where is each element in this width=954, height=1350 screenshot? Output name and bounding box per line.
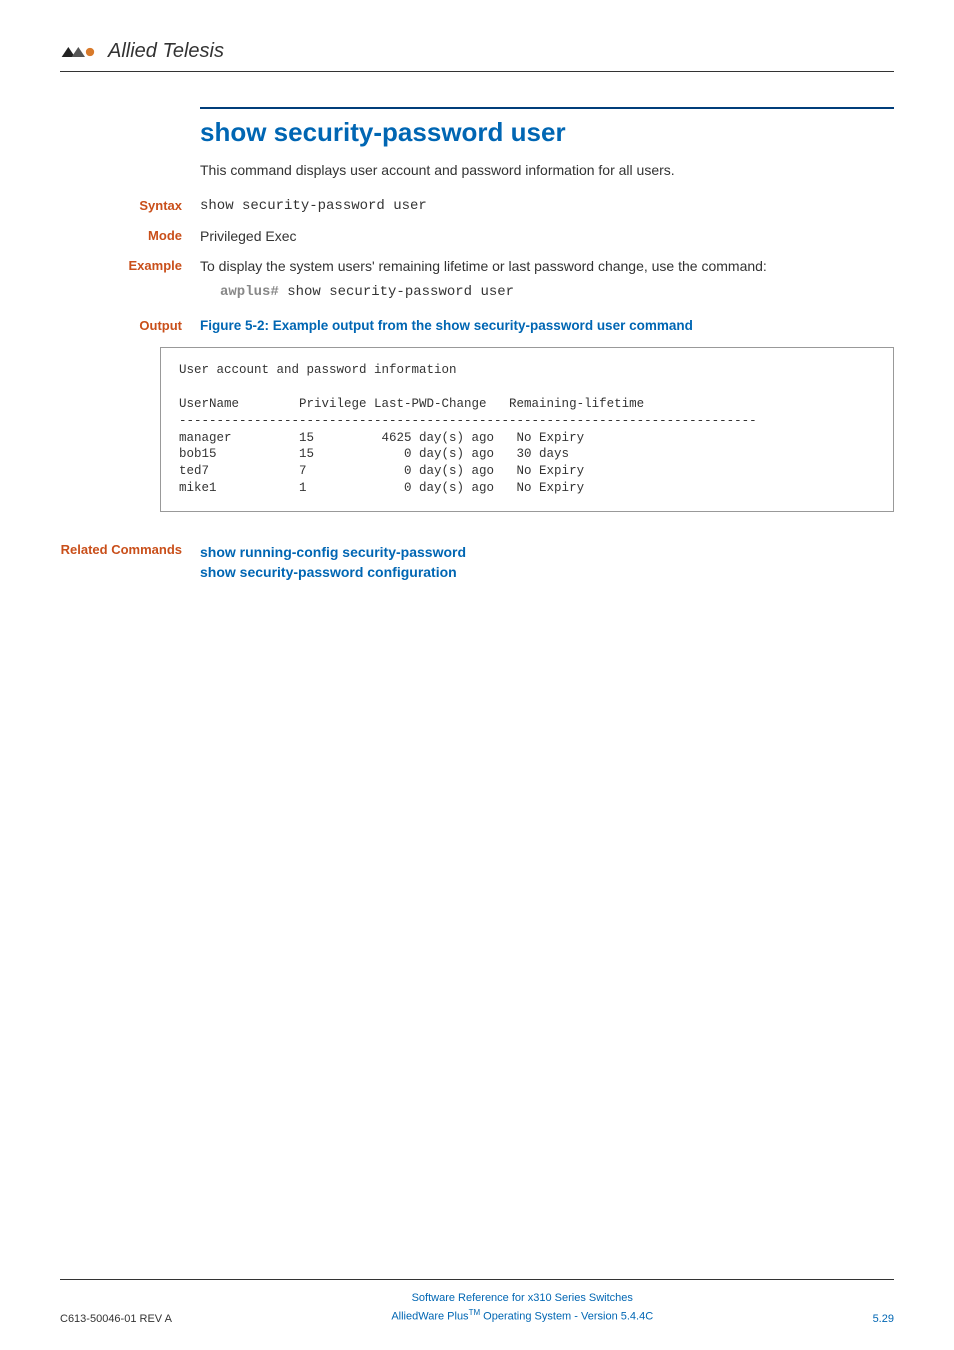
main-content: show security-password user This command… [200,107,894,583]
title-divider [200,107,894,109]
mode-value: Privileged Exec [200,228,894,244]
page-header: Allied Telesis [60,40,894,63]
related-commands-row: Related Commands show running-config sec… [200,542,894,583]
footer-center: Software Reference for x310 Series Switc… [391,1290,653,1325]
related-links: show running-config security-password sh… [200,542,466,583]
related-link-security-password-config[interactable]: show security-password configuration [200,562,466,582]
example-row: Example To display the system users' rem… [200,258,894,300]
related-commands-label: Related Commands [60,542,200,583]
syntax-value: show security-password user [200,198,894,214]
footer-product-line: Software Reference for x310 Series Switc… [391,1290,653,1307]
syntax-row: Syntax show security-password user [200,198,894,214]
example-command: awplus# show security-password user [220,284,894,300]
footer-doc-id: C613-50046-01 REV A [60,1313,172,1325]
brand-name: Allied Telesis [108,40,224,63]
mode-row: Mode Privileged Exec [200,228,894,244]
output-box: User account and password information Us… [160,347,894,512]
footer-page-number: 5.29 [873,1313,894,1325]
example-label: Example [60,258,200,300]
cli-prompt: awplus# [220,284,279,300]
trademark-icon: TM [469,1308,481,1317]
cli-command: show security-password user [279,284,514,300]
command-description: This command displays user account and p… [200,162,894,178]
footer-divider [60,1279,894,1280]
mode-label: Mode [60,228,200,244]
footer-os-line: AlliedWare PlusTM Operating System - Ver… [391,1307,653,1325]
syntax-label: Syntax [60,198,200,214]
page-title: show security-password user [200,117,894,148]
output-row: Output Figure 5-2: Example output from t… [200,318,894,333]
related-link-running-config[interactable]: show running-config security-password [200,542,466,562]
footer-content: C613-50046-01 REV A Software Reference f… [60,1290,894,1325]
output-heading: Figure 5-2: Example output from the show… [200,318,894,333]
header-divider [60,71,894,72]
brand-logo-icon [60,43,100,61]
example-body: To display the system users' remaining l… [200,258,894,300]
output-label: Output [60,318,200,333]
example-text: To display the system users' remaining l… [200,258,767,274]
page-footer: C613-50046-01 REV A Software Reference f… [60,1279,894,1325]
